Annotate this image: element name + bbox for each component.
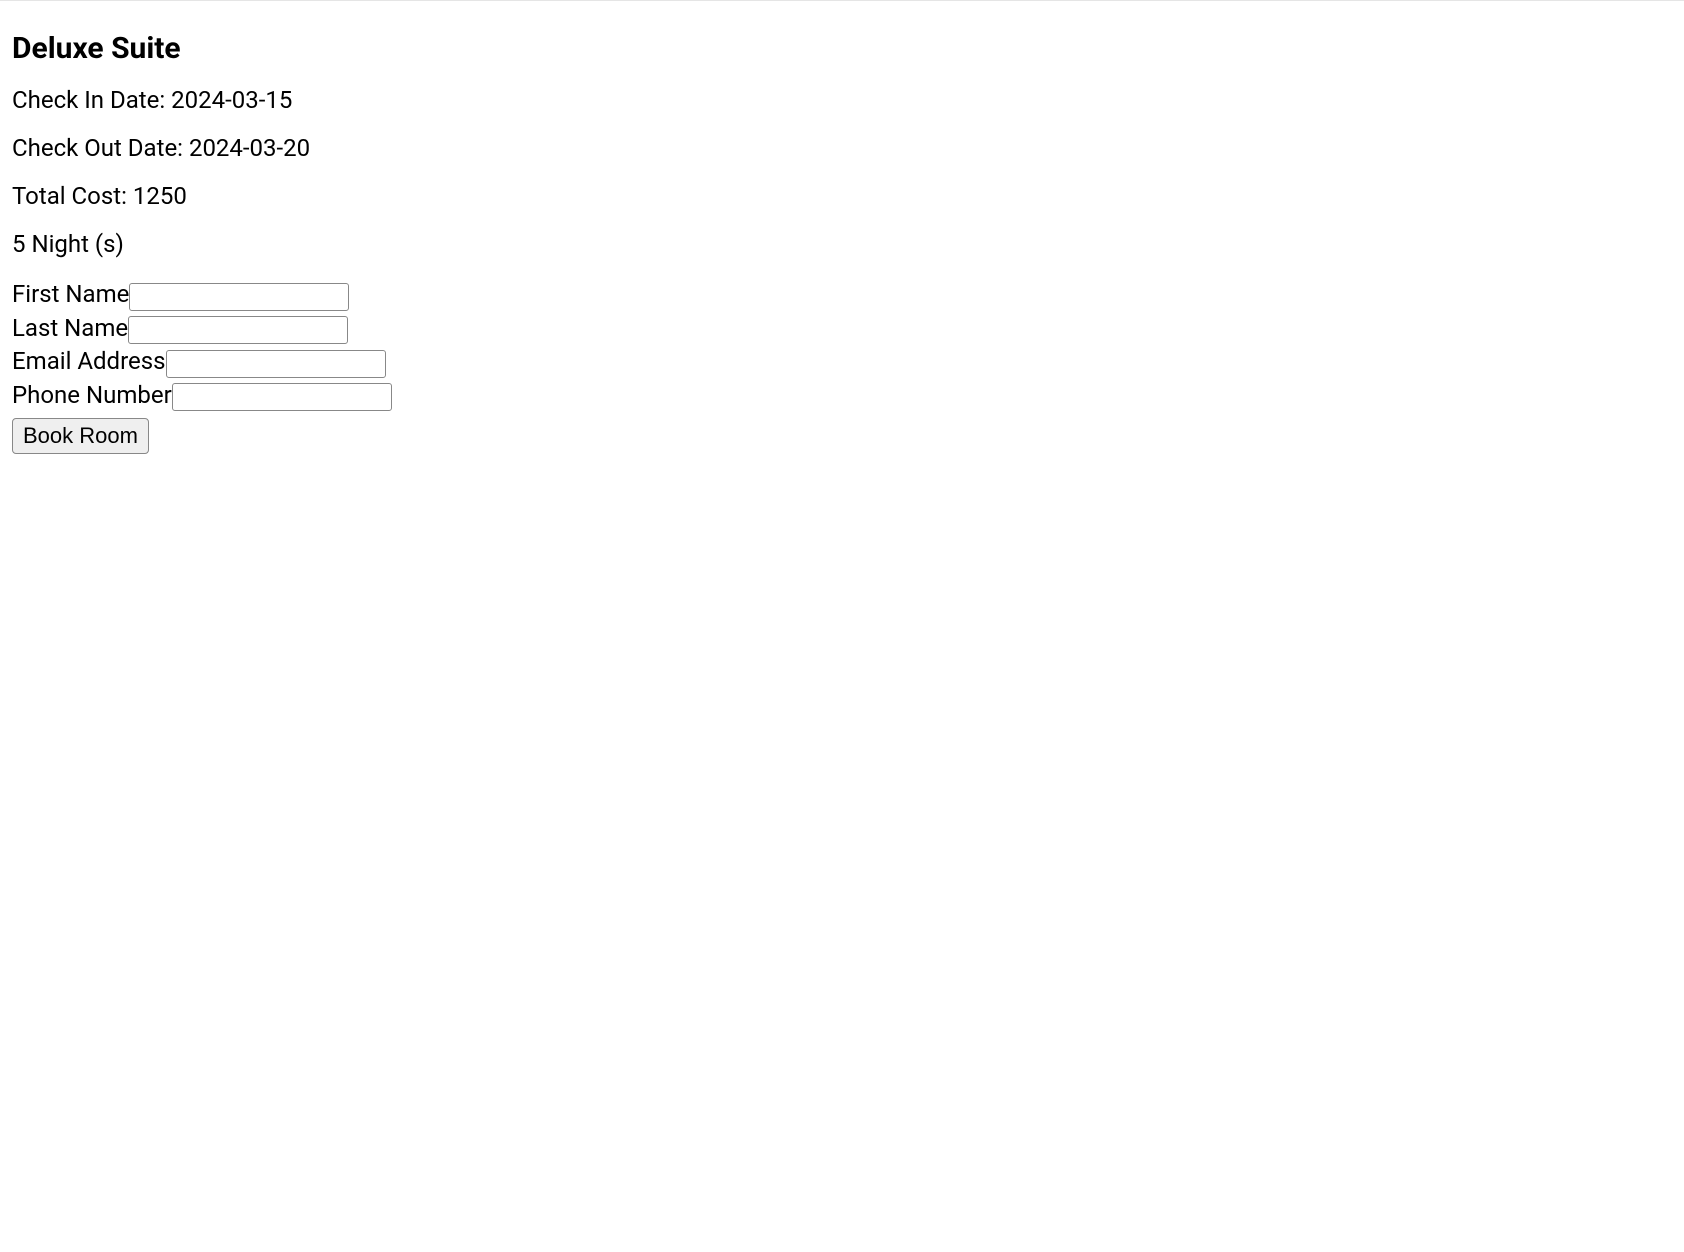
last-name-input[interactable] (128, 316, 348, 344)
phone-input[interactable] (172, 383, 392, 411)
total-cost-value: 1250 (133, 182, 187, 210)
first-name-input[interactable] (129, 283, 349, 311)
total-cost-line: Total Cost: 1250 (12, 182, 1672, 210)
check-in-value: 2024-03-15 (171, 86, 292, 114)
check-out-label: Check Out Date: (12, 134, 189, 162)
check-out-line: Check Out Date: 2024-03-20 (12, 134, 1672, 162)
book-room-button[interactable]: Book Room (12, 418, 149, 454)
email-label: Email Address (12, 347, 166, 375)
nights-line: 5 Night (s) (12, 230, 1672, 258)
total-cost-label: Total Cost: (12, 182, 133, 210)
email-input[interactable] (166, 350, 386, 378)
page-title: Deluxe Suite (12, 31, 1672, 66)
last-name-label: Last Name (12, 314, 128, 342)
check-out-value: 2024-03-20 (189, 134, 310, 162)
first-name-label: First Name (12, 280, 129, 308)
check-in-line: Check In Date: 2024-03-15 (12, 86, 1672, 114)
check-in-label: Check In Date: (12, 86, 171, 114)
phone-label: Phone Number (12, 381, 172, 409)
